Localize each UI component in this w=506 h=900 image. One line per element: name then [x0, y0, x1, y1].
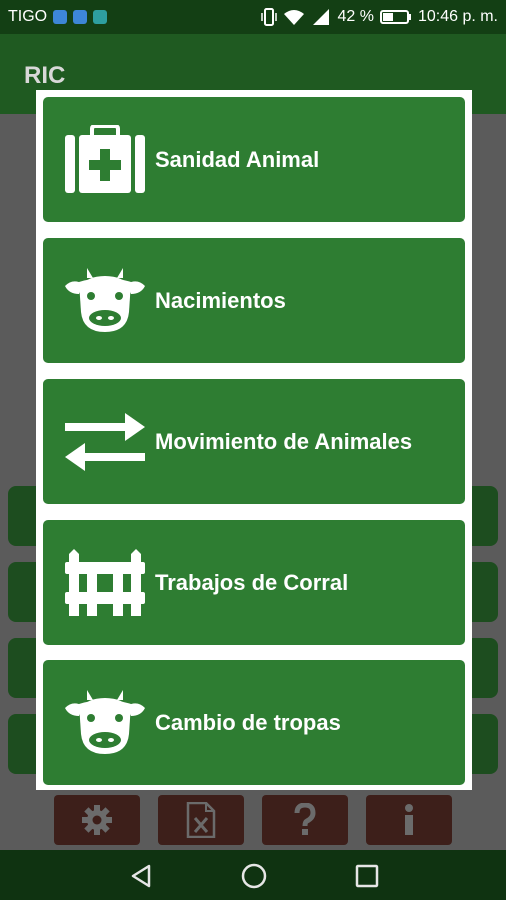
fence-icon: [65, 548, 145, 618]
menu-item-label: Trabajos de Corral: [155, 569, 349, 595]
message-notification-icon: [93, 10, 108, 24]
cow-head-icon: [65, 266, 145, 336]
menu-item-label: Movimiento de Animales: [155, 428, 413, 454]
swap-arrows-icon: [65, 407, 145, 477]
navigation-bar: [0, 850, 506, 900]
settings-button[interactable]: [54, 795, 140, 845]
carrier-label: TIGO: [8, 8, 48, 25]
info-icon: [405, 804, 413, 835]
image-notification-icon: [73, 10, 88, 24]
battery-icon: [379, 10, 411, 24]
options-dialog: Sanidad Animal Nacimientos Movimiento de…: [36, 90, 472, 790]
menu-item-movimiento-de-animales[interactable]: Movimiento de Animales: [43, 379, 465, 504]
first-aid-kit-icon: [65, 124, 145, 195]
gear-icon: [82, 805, 112, 835]
status-left: TIGO: [8, 8, 108, 26]
menu-item-label: Nacimientos: [155, 287, 286, 313]
menu-item-trabajos-de-corral[interactable]: Trabajos de Corral: [43, 520, 465, 645]
menu-item-label: Sanidad Animal: [155, 146, 320, 172]
menu-item-nacimientos[interactable]: Nacimientos: [43, 238, 465, 363]
notification-icon: [53, 10, 68, 24]
vibrate-icon: [261, 8, 278, 26]
cow-head-icon: [65, 688, 145, 758]
signal-icon: [313, 9, 330, 25]
export-excel-button[interactable]: [158, 795, 244, 845]
back-icon[interactable]: [128, 863, 154, 889]
status-right: 42 % 10:46 p. m.: [261, 8, 498, 26]
clock: 10:46 p. m.: [417, 8, 498, 25]
home-icon[interactable]: [240, 862, 268, 890]
info-button[interactable]: [366, 795, 452, 845]
menu-item-label: Cambio de tropas: [155, 709, 341, 735]
menu-item-sanidad-animal[interactable]: Sanidad Animal: [43, 97, 465, 222]
menu-item-cambio-de-tropas[interactable]: Cambio de tropas: [43, 660, 465, 785]
battery-percent: 42 %: [337, 8, 374, 25]
recents-icon[interactable]: [354, 863, 380, 889]
excel-file-icon: [186, 802, 216, 838]
app-title: RIC: [24, 62, 66, 89]
help-button[interactable]: [262, 795, 348, 845]
help-icon: [294, 803, 316, 835]
wifi-icon: [284, 10, 305, 25]
status-bar: TIGO 42 % 10:46 p. m.: [0, 0, 506, 34]
